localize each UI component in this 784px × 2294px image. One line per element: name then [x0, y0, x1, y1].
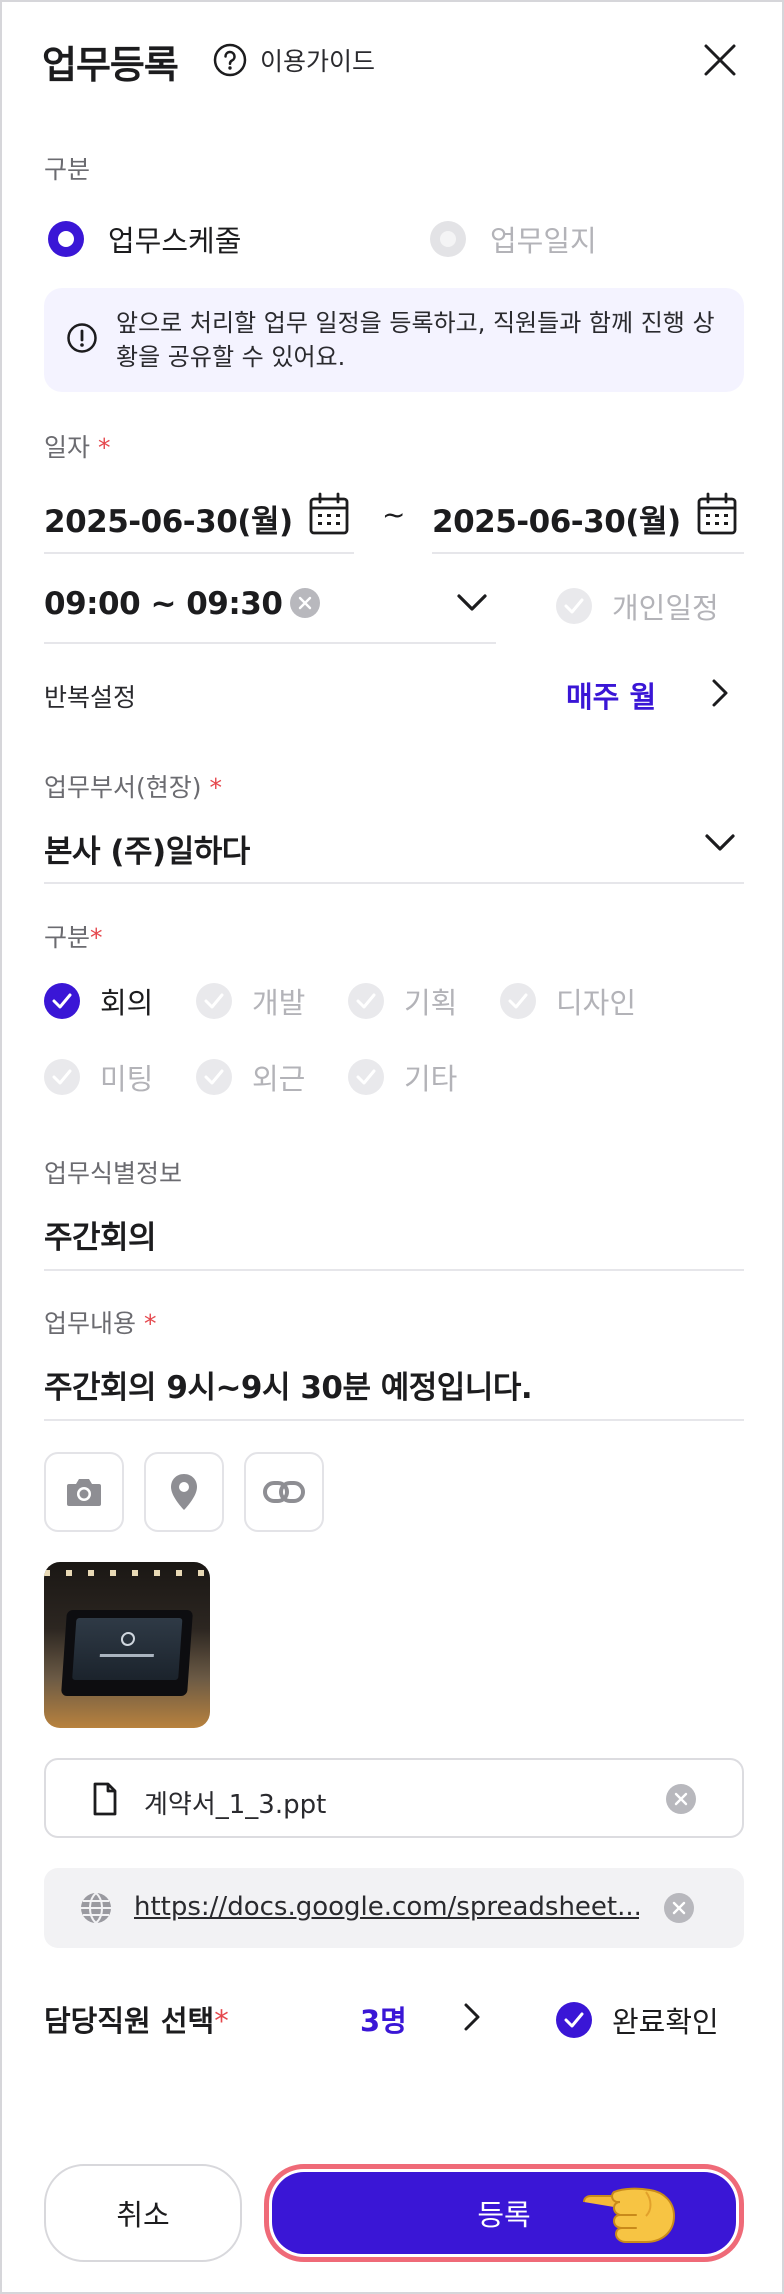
- device-shape: [60, 1610, 194, 1696]
- divider: [44, 642, 496, 644]
- help-icon: [213, 43, 247, 77]
- date-label: 일자 *: [44, 433, 111, 462]
- divider: [44, 1269, 744, 1271]
- end-date-field[interactable]: 2025-06-30(월): [432, 496, 681, 541]
- file-name: 계약서_1_3.ppt: [144, 1790, 327, 1820]
- globe-icon: [81, 1892, 111, 1924]
- radio-journal[interactable]: 업무일지: [430, 218, 597, 260]
- info-notice: 앞으로 처리할 업무 일정을 등록하고, 직원들과 함께 진행 상황을 공유할 …: [44, 288, 744, 392]
- category-option-label: 디자인: [556, 986, 637, 1020]
- info-icon: [67, 323, 97, 353]
- check-icon: [44, 983, 80, 1019]
- divider: [44, 882, 744, 884]
- location-button[interactable]: [144, 1452, 224, 1532]
- department-select[interactable]: 본사 (주)일하다: [44, 826, 250, 871]
- divider: [44, 552, 354, 554]
- chevron-right-icon[interactable]: [462, 2002, 482, 2032]
- guide-label: 이용가이드: [260, 47, 376, 76]
- remove-file-icon[interactable]: [666, 1784, 696, 1814]
- personal-schedule-checkbox[interactable]: 개인일정: [556, 585, 719, 627]
- content-label: 업무내용 *: [44, 1309, 157, 1338]
- content-input[interactable]: 주간회의 9시~9시 30분 예정입니다.: [44, 1362, 533, 1407]
- camera-button[interactable]: [44, 1452, 124, 1532]
- chevron-down-icon[interactable]: [704, 832, 736, 854]
- department-label: 업무부서(현장) *: [44, 773, 222, 802]
- date-separator: ~: [382, 498, 406, 531]
- repeat-label: 반복설정: [44, 683, 137, 712]
- category-label: 구분*: [44, 923, 103, 952]
- identifier-input[interactable]: 주간회의: [44, 1212, 157, 1257]
- divider: [44, 1419, 744, 1421]
- required-mark: *: [209, 773, 222, 802]
- divider: [432, 552, 744, 554]
- start-date-field[interactable]: 2025-06-30(월): [44, 496, 293, 541]
- location-pin-icon: [171, 1474, 197, 1510]
- personal-schedule-label: 개인일정: [612, 591, 719, 625]
- category-option-planning[interactable]: 기획: [348, 980, 457, 1022]
- category-option-appointment[interactable]: 미팅: [44, 1056, 153, 1098]
- file-attachment[interactable]: 계약서_1_3.ppt: [44, 1758, 744, 1838]
- remove-link-icon[interactable]: [664, 1893, 694, 1923]
- check-icon: [556, 2002, 592, 2038]
- clear-time-icon[interactable]: [290, 588, 320, 618]
- required-mark: *: [143, 1309, 157, 1338]
- radio-selected-icon: [48, 221, 84, 257]
- time-range-select[interactable]: 09:00 ~ 09:30: [44, 586, 283, 622]
- repeat-value[interactable]: 매주 월: [566, 674, 656, 716]
- radio-unselected-icon: [430, 221, 466, 257]
- required-mark: *: [90, 923, 103, 952]
- notice-text: 앞으로 처리할 업무 일정을 등록하고, 직원들과 함께 진행 상황을 공유할 …: [116, 309, 715, 371]
- identifier-label: 업무식별정보: [44, 1159, 183, 1188]
- assignee-count[interactable]: 3명: [360, 1998, 407, 2040]
- page-title: 업무등록: [42, 43, 179, 87]
- link-attachment[interactable]: https://docs.google.com/spreadsheet...: [44, 1868, 744, 1948]
- category-option-label: 회의: [100, 986, 154, 1020]
- link-url[interactable]: https://docs.google.com/spreadsheet...: [134, 1892, 639, 1922]
- guide-link[interactable]: 이용가이드: [212, 42, 375, 78]
- required-mark: *: [97, 433, 111, 462]
- category-option-design[interactable]: 디자인: [500, 980, 636, 1022]
- link-button[interactable]: [244, 1452, 324, 1532]
- cancel-button[interactable]: 취소: [44, 2164, 242, 2262]
- calendar-icon[interactable]: [308, 492, 350, 536]
- check-icon: [44, 1059, 80, 1095]
- chevron-down-icon[interactable]: [456, 592, 488, 614]
- radio-schedule[interactable]: 업무스케줄: [48, 218, 241, 260]
- chevron-right-icon[interactable]: [710, 678, 730, 708]
- complete-label: 완료확인: [612, 2005, 719, 2039]
- type-label: 구분: [44, 155, 91, 184]
- check-icon: [196, 983, 232, 1019]
- required-mark: *: [214, 2004, 229, 2038]
- category-option-dev[interactable]: 개발: [196, 980, 305, 1022]
- file-icon: [93, 1782, 117, 1816]
- radio-journal-label: 업무일지: [490, 224, 597, 258]
- complete-checkbox[interactable]: 완료확인: [556, 1999, 719, 2041]
- check-icon: [348, 983, 384, 1019]
- category-option-outside[interactable]: 외근: [196, 1056, 305, 1098]
- category-option-other[interactable]: 기타: [348, 1056, 457, 1098]
- radio-schedule-label: 업무스케줄: [108, 224, 242, 258]
- check-icon: [348, 1059, 384, 1095]
- photo-thumbnail[interactable]: [44, 1562, 210, 1728]
- category-option-label: 미팅: [100, 1062, 154, 1096]
- camera-icon: [67, 1479, 101, 1506]
- link-icon: [263, 1481, 305, 1503]
- category-option-label: 기획: [404, 986, 458, 1020]
- registration-panel: 업무등록 이용가이드 구분 업무스케줄 업무일지 앞으로 처리할 업무 일정을 …: [0, 0, 784, 2294]
- check-icon: [500, 983, 536, 1019]
- category-option-label: 개발: [252, 986, 306, 1020]
- check-icon: [556, 588, 592, 624]
- close-icon[interactable]: [702, 42, 738, 78]
- check-icon: [196, 1059, 232, 1095]
- pointing-hand-icon: [583, 2187, 676, 2243]
- calendar-icon[interactable]: [696, 492, 738, 536]
- category-option-meeting[interactable]: 회의: [44, 980, 153, 1022]
- category-option-label: 외근: [252, 1062, 306, 1096]
- category-option-label: 기타: [404, 1062, 458, 1096]
- assignee-label: 담당직원 선택*: [44, 2004, 229, 2038]
